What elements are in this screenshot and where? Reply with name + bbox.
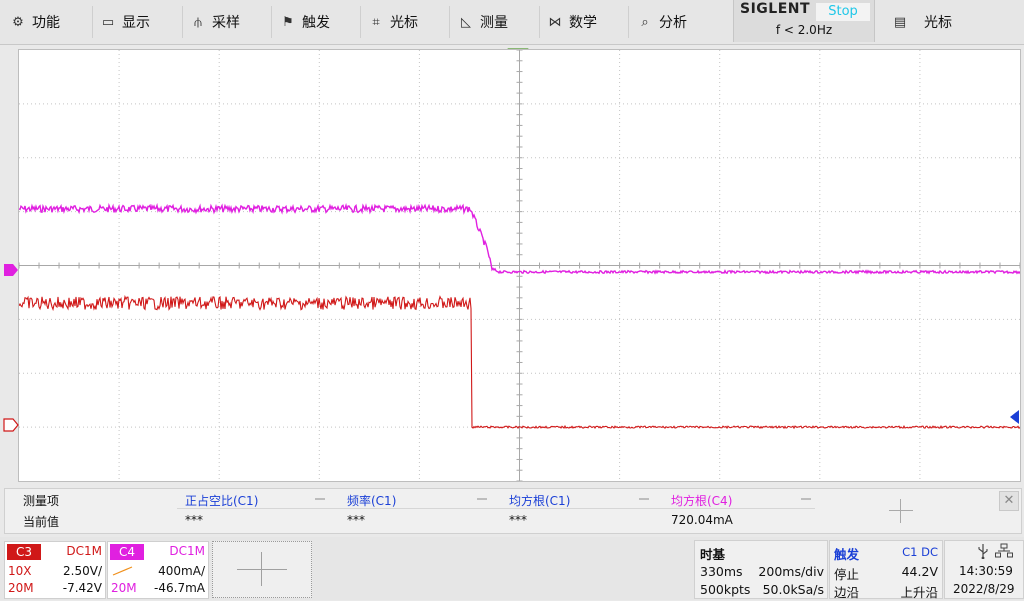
clock-panel: 14:30:59 2022/8/29 [944,540,1024,599]
top-menu-bar: ⚙ 功能 ▭ 显示 ⫛ 采样 ⚑ 触发 ⌗ 光标 ◺ 测量 ⋈ 数学 ⌕ 分析 … [0,0,1024,45]
c3-scale: 2.50V/ [63,564,102,578]
channel-c3-box[interactable]: C3 DC1M 10X 2.50V/ 20M -7.42V [4,541,106,599]
add-channel-button[interactable] [212,541,312,598]
clock-time: 14:30:59 [959,564,1013,578]
c3-bandwidth: 20M [8,581,34,595]
menu-label: 光标 [390,15,418,31]
acquire-icon: ⫛ [194,14,202,30]
trigger-panel[interactable]: 触发 C1 DC 停止 44.2V 边沿 上升沿 [829,540,943,600]
menu-label: 触发 [302,15,330,31]
c4-scale: 400mA/ [158,564,205,578]
usb-icon [978,544,988,559]
measure-name: 频率(C1) [347,494,397,508]
waveform-display[interactable] [18,49,1021,482]
c4-offset-marker[interactable] [3,263,19,277]
menu-acquire[interactable]: ⫛ 采样 [190,0,270,44]
channel-c3-tag: C3 [7,544,41,560]
measurement-panel: 测量项 当前值 正占空比(C1) *** 频率(C1) *** 均方根(C1) … [4,488,1022,534]
timebase-title: 时基 [700,547,726,562]
measure-name: 均方根(C1) [509,494,571,508]
close-icon[interactable]: ✕ [999,491,1019,511]
menu-measure[interactable]: ◺ 测量 [458,0,538,44]
measure-value-label: 当前值 [23,515,60,529]
c3-offset-marker[interactable] [3,418,19,432]
channel-c4-box[interactable]: C4 DC1M 400mA/ 20M -46.7mA [107,541,209,599]
menu-function[interactable]: ⚙ 功能 [10,0,90,44]
gear-icon: ⚙ [12,14,24,30]
waveform-canvas [19,50,1020,481]
flag-icon: ⚑ [282,14,294,30]
memory-depth: 500kpts [700,582,751,597]
trigger-frequency: f < 2.0Hz [775,23,833,37]
measure-value: *** [185,513,203,527]
channel-c4-tag: C4 [110,544,144,560]
menu-label: 显示 [122,15,150,31]
menu-trigger[interactable]: ⚑ 触发 [280,0,360,44]
document-icon: ▤ [893,14,907,30]
ruler-icon: ◺ [461,14,471,30]
menu-label: 分析 [659,15,687,31]
trigger-type: 边沿 [834,585,860,600]
timebase-panel[interactable]: 时基 330ms 200ms/div 500kpts 50.0kSa/s [694,540,828,599]
measure-column[interactable]: 正占空比(C1) *** [177,489,329,533]
measure-item-label: 测量项 [23,494,60,508]
bottom-status-bar: C3 DC1M 10X 2.50V/ 20M -7.42V C4 DC1M 40… [0,537,1024,600]
analyze-icon: ⌕ [641,14,649,30]
menu-cursor[interactable]: ⌗ 光标 [368,0,448,44]
menu-display[interactable]: ▭ 显示 [100,0,180,44]
trigger-level: 44.2V [901,564,938,579]
math-icon: ⋈ [548,14,562,30]
crosshair-icon: ⌗ [372,14,380,30]
measure-value: *** [509,513,527,527]
timebase-scale: 200ms/div [758,564,824,579]
trigger-level-marker[interactable] [1009,409,1021,425]
trigger-title: 触发 [834,547,860,562]
run-state-badge[interactable]: Stop [816,3,870,21]
trigger-state: 停止 [834,567,860,582]
clock-date: 2022/8/29 [953,582,1015,596]
measure-column[interactable]: 频率(C1) *** [339,489,491,533]
measure-name: 均方根(C4) [671,494,733,508]
menu-cursor-right[interactable]: ▤ 光标 [892,0,982,44]
trigger-source: C1 DC [902,545,938,559]
c3-coupling: DC1M [66,544,102,558]
brand-logo: SIGLENT [740,1,811,17]
network-icon [995,543,1013,558]
timebase-delay: 330ms [700,564,743,579]
menu-label: 功能 [32,15,60,31]
sample-rate: 50.0kSa/s [762,582,824,597]
measure-value: 720.04mA [671,513,733,527]
c3-offset: -7.42V [62,581,102,595]
trigger-slope: 上升沿 [900,585,938,600]
current-probe-icon [112,566,133,576]
menu-label: 测量 [480,15,508,31]
menu-label: 数学 [569,15,597,31]
c4-bandwidth: 20M [111,581,137,595]
add-measure-button[interactable] [889,499,913,523]
c4-coupling: DC1M [169,544,205,558]
c4-offset: -46.7mA [154,581,205,595]
measure-name: 正占空比(C1) [185,494,259,508]
status-panel: SIGLENT Stop f < 2.0Hz [733,0,875,42]
menu-math[interactable]: ⋈ 数学 [547,0,627,44]
measure-column[interactable]: 均方根(C1) *** [501,489,653,533]
monitor-icon: ▭ [101,14,115,30]
measure-column[interactable]: 均方根(C4) 720.04mA [663,489,815,533]
c3-probe: 10X [8,564,32,578]
menu-analyze[interactable]: ⌕ 分析 [637,0,717,44]
measure-value: *** [347,513,365,527]
menu-label: 光标 [924,15,952,31]
menu-label: 采样 [212,15,240,31]
